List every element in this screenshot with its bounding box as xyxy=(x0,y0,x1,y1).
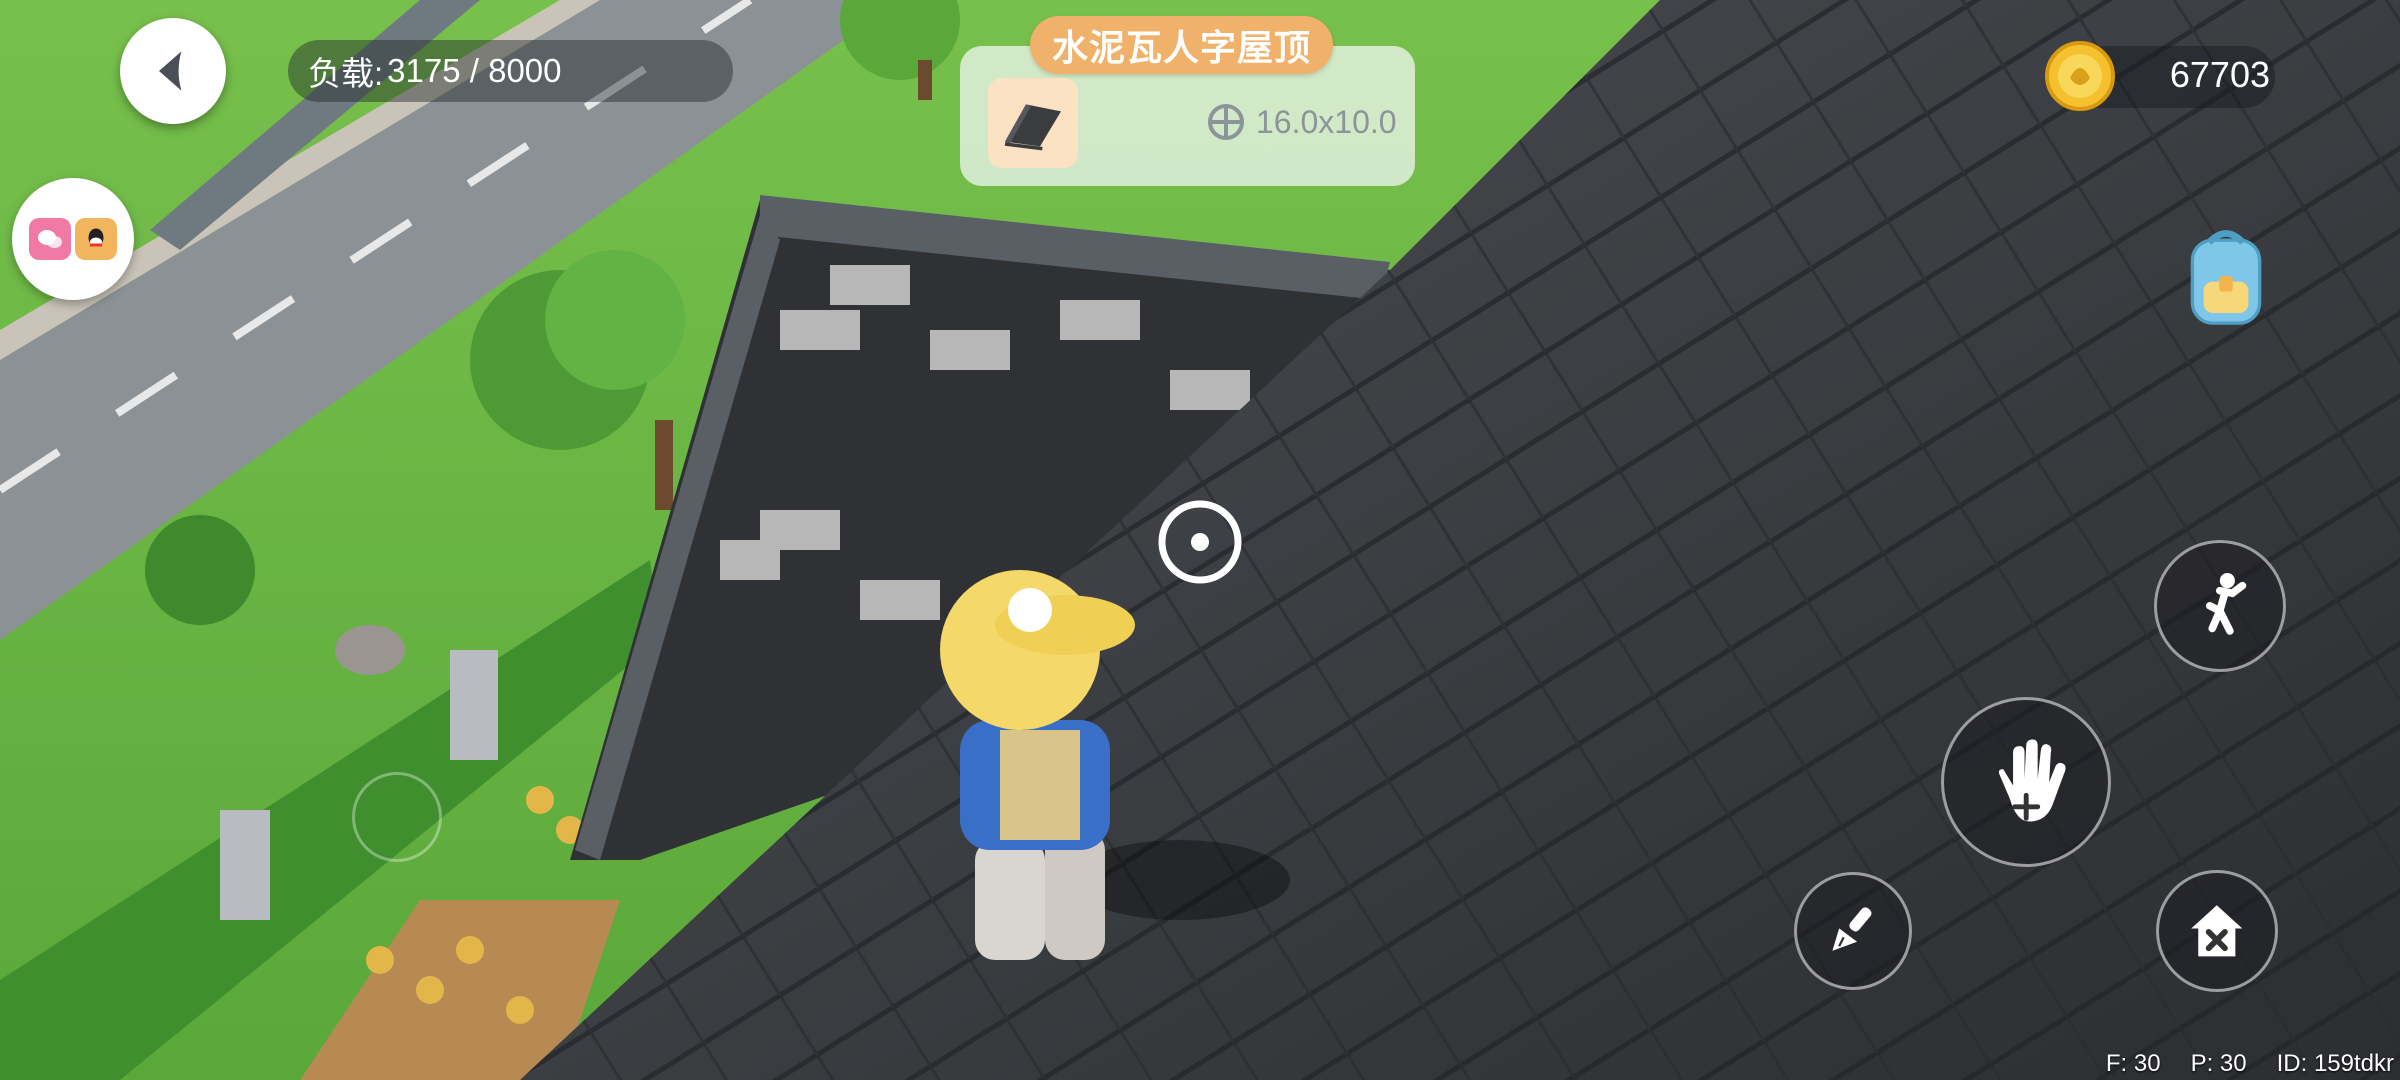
roof-icon xyxy=(988,78,1078,168)
dimension-icon xyxy=(1208,104,1244,140)
item-title: 水泥瓦人字屋顶 xyxy=(1030,16,1334,74)
ping-readout: P: 30 xyxy=(2190,1050,2247,1077)
brush-button[interactable] xyxy=(1794,872,1912,990)
house-remove-icon xyxy=(2191,905,2243,957)
hand-move-icon xyxy=(1998,739,2066,822)
load-value: 3175 / 8000 xyxy=(387,52,562,89)
coin-value: 67703 xyxy=(2169,54,2270,95)
load-indicator: 负载: 3175 / 8000 xyxy=(288,40,733,102)
social-share-button[interactable] xyxy=(12,178,134,300)
player-id: ID: 159tdkr xyxy=(2276,1050,2394,1077)
movement-joystick[interactable] xyxy=(352,772,442,862)
crosshair-icon xyxy=(1158,500,1242,584)
paint-brush-icon xyxy=(1832,907,1872,952)
back-button[interactable] xyxy=(120,18,226,124)
back-arrow-icon xyxy=(159,51,182,91)
jump-button[interactable] xyxy=(2154,540,2286,672)
grab-move-button[interactable] xyxy=(1941,697,2111,867)
fps-readout: F: 30 xyxy=(2105,1050,2161,1077)
debug-info: F: 30 P: 30 ID: 159tdkr xyxy=(2106,1050,2400,1078)
item-size-value: 16.0x10.0 xyxy=(1256,103,1397,140)
qq-icon xyxy=(75,218,117,260)
coin-icon xyxy=(2045,41,2115,111)
jump-icon xyxy=(2206,573,2247,635)
remove-house-button[interactable] xyxy=(2156,870,2278,992)
item-size: 16.0x10.0 xyxy=(1206,102,1397,142)
wechat-icon xyxy=(29,218,71,260)
backpack-icon[interactable] xyxy=(2170,220,2282,332)
load-label: 负载: xyxy=(308,55,384,92)
